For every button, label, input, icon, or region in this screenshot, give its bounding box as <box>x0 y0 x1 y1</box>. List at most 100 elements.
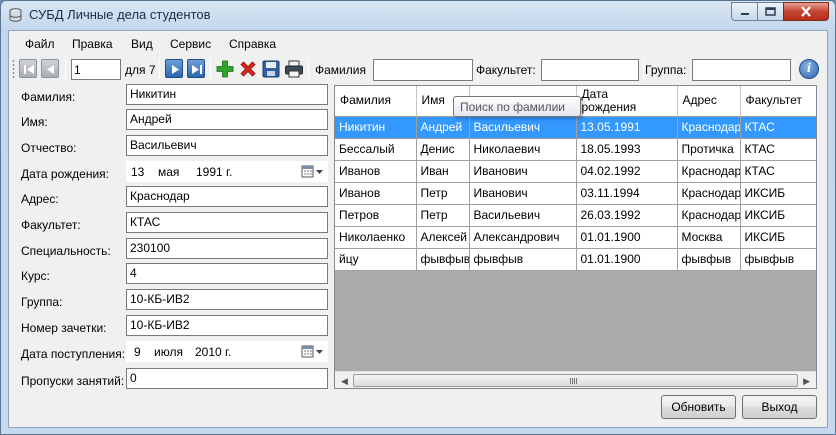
patronymic-field[interactable]: Васильевич <box>126 135 328 156</box>
table-cell[interactable]: Петр <box>416 182 470 205</box>
faculty-label: Факультет: <box>21 218 81 232</box>
table-cell[interactable]: 26.03.1992 <box>576 204 678 227</box>
absences-field[interactable]: 0 <box>126 368 328 389</box>
move-previous-button[interactable] <box>41 59 59 78</box>
menu-service[interactable]: Сервис <box>170 37 211 51</box>
table-cell[interactable]: Александрович <box>469 226 577 249</box>
table-cell[interactable]: фывфыв <box>677 248 741 271</box>
table-cell[interactable]: Краснодар <box>677 116 741 139</box>
filter-faculty-input[interactable] <box>541 59 639 81</box>
name-field[interactable]: Андрей <box>126 109 328 130</box>
table-cell[interactable]: КТАС <box>740 116 816 139</box>
table-cell[interactable]: Петров <box>335 204 417 227</box>
students-grid[interactable]: Фамилия Имя Дата рождения Адрес Факультет Ник… <box>334 85 817 389</box>
admission-date-picker[interactable]: 9 июля 2010 г. <box>126 341 328 362</box>
table-cell[interactable]: ИКСИБ <box>740 204 816 227</box>
title-bar[interactable]: СУБД Личные дела студентов <box>1 1 835 29</box>
calendar-dropdown-icon[interactable] <box>301 164 325 179</box>
table-cell[interactable]: фывфыв <box>469 248 577 271</box>
table-cell[interactable]: Андрей <box>416 116 470 139</box>
table-row[interactable]: Петров Петр Васильевич 26.03.1992 Краснодар И… <box>335 204 816 227</box>
address-field[interactable]: Краснодар <box>126 186 328 207</box>
menu-edit[interactable]: Правка <box>72 37 113 51</box>
table-cell[interactable]: Краснодар <box>677 204 741 227</box>
table-cell[interactable]: 01.01.1900 <box>576 226 678 249</box>
table-row[interactable]: Бессалый Денис Николаевич 18.05.1993 Протичк… <box>335 138 816 161</box>
scrollbar-thumb[interactable] <box>353 374 798 387</box>
table-cell[interactable]: фывфыв <box>416 248 470 271</box>
table-cell[interactable]: 13.05.1991 <box>576 116 678 139</box>
table-cell[interactable]: ИКСИБ <box>740 182 816 205</box>
toolbar-grip[interactable] <box>12 59 15 79</box>
course-field[interactable]: 4 <box>126 263 328 284</box>
table-row[interactable]: Иванов Иван Иванович 04.02.1992 Краснодар КТА… <box>335 160 816 183</box>
table-cell[interactable]: Иванов <box>335 160 417 183</box>
menu-help[interactable]: Справка <box>229 37 276 51</box>
table-cell[interactable]: КТАС <box>740 138 816 161</box>
table-cell[interactable]: Иванович <box>469 160 577 183</box>
birth-date-picker[interactable]: 13 мая 1991 г. <box>126 161 328 182</box>
table-cell[interactable]: ИКСИБ <box>740 226 816 249</box>
exit-button[interactable]: Выход <box>742 395 817 419</box>
record-book-field[interactable]: 10-КБ-ИВ2 <box>126 315 328 336</box>
main-window: СУБД Личные дела студентов Файл Правка В… <box>0 0 836 435</box>
table-cell[interactable]: Васильевич <box>469 204 577 227</box>
filter-surname-input[interactable] <box>373 59 473 81</box>
table-cell[interactable]: Петр <box>416 204 470 227</box>
table-cell[interactable]: Никитин <box>335 116 417 139</box>
save-icon[interactable] <box>261 59 281 79</box>
horizontal-scrollbar[interactable]: ◀ ▶ <box>335 371 816 388</box>
scroll-left-icon[interactable]: ◀ <box>341 376 348 387</box>
filter-group-input[interactable] <box>692 59 791 81</box>
table-row[interactable]: йцу фывфыв фывфыв 01.01.1900 фывфыв фывфыв <box>335 248 816 271</box>
table-cell[interactable]: 01.01.1900 <box>576 248 678 271</box>
move-last-button[interactable] <box>187 59 205 78</box>
position-input[interactable] <box>71 59 121 80</box>
table-cell[interactable]: Васильевич <box>469 116 577 139</box>
scroll-right-icon[interactable]: ▶ <box>803 376 810 387</box>
table-cell[interactable]: 04.02.1992 <box>576 160 678 183</box>
column-header[interactable]: Факультет <box>740 86 816 117</box>
table-cell[interactable]: фывфыв <box>740 248 816 271</box>
move-next-button[interactable] <box>165 59 183 78</box>
table-cell[interactable]: Москва <box>677 226 741 249</box>
column-header[interactable]: Дата рождения <box>576 86 678 117</box>
delete-record-icon[interactable] <box>238 59 258 79</box>
table-cell[interactable]: Краснодар <box>677 160 741 183</box>
specialty-field[interactable]: 230100 <box>126 238 328 259</box>
table-cell[interactable]: 03.11.1994 <box>576 182 678 205</box>
refresh-button[interactable]: Обновить <box>661 395 736 419</box>
menu-view[interactable]: Вид <box>131 37 153 51</box>
table-cell[interactable]: Протичка <box>677 138 741 161</box>
add-record-icon[interactable] <box>215 59 235 79</box>
minimize-button[interactable] <box>731 2 758 21</box>
table-cell[interactable]: 18.05.1993 <box>576 138 678 161</box>
table-cell[interactable]: Алексей <box>416 226 470 249</box>
table-cell[interactable]: Иван <box>416 160 470 183</box>
table-cell[interactable]: Бессалый <box>335 138 417 161</box>
menu-file[interactable]: Файл <box>25 37 55 51</box>
print-icon[interactable] <box>284 59 304 79</box>
column-header[interactable]: Адрес <box>677 86 741 117</box>
info-icon[interactable]: i <box>799 59 819 79</box>
table-cell[interactable]: Иванович <box>469 182 577 205</box>
faculty-field[interactable]: КТАС <box>126 212 328 233</box>
table-row[interactable]: Никитин Андрей Васильевич 13.05.1991 Краснод… <box>335 116 816 139</box>
calendar-dropdown-icon[interactable] <box>301 344 325 359</box>
group-field[interactable]: 10-КБ-ИВ2 <box>126 289 328 310</box>
table-row[interactable]: Николаенко Алексей Александрович 01.01.1900… <box>335 226 816 249</box>
close-button[interactable] <box>783 2 829 21</box>
table-cell[interactable]: йцу <box>335 248 417 271</box>
maximize-button[interactable] <box>757 2 784 21</box>
table-cell[interactable]: КТАС <box>740 160 816 183</box>
table-cell[interactable]: Денис <box>416 138 470 161</box>
surname-field[interactable]: Никитин <box>126 84 328 105</box>
column-header[interactable]: Фамилия <box>335 86 417 117</box>
table-row[interactable]: Иванов Петр Иванович 03.11.1994 Краснодар ИКС… <box>335 182 816 205</box>
table-cell[interactable]: Николаенко <box>335 226 417 249</box>
table-cell[interactable]: Краснодар <box>677 182 741 205</box>
move-first-button[interactable] <box>19 59 37 78</box>
next-record-icon <box>172 65 179 74</box>
table-cell[interactable]: Николаевич <box>469 138 577 161</box>
table-cell[interactable]: Иванов <box>335 182 417 205</box>
